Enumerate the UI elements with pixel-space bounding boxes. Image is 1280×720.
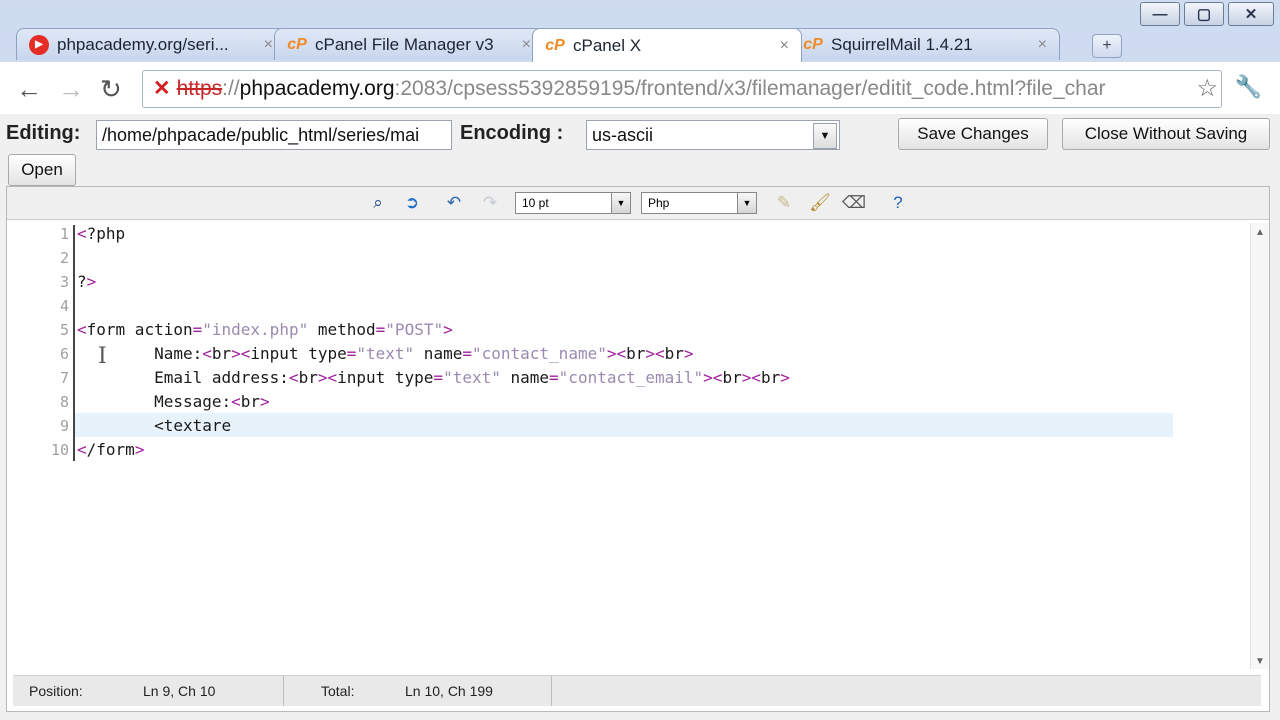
window-controls: — ▢ ✕ [1140,2,1274,26]
minimize-button[interactable]: — [1140,2,1180,26]
position-value: Ln 9, Ch 10 [143,683,216,699]
text-cursor-icon: I [98,344,107,369]
code-line-7: Email address:<br><input type="text" nam… [77,368,790,387]
tab-label: cPanel File Manager v3 [315,34,494,54]
vertical-scrollbar[interactable]: ▲ ▼ [1250,223,1269,669]
total-label: Total: [321,683,355,699]
youtube-icon: ▶ [29,34,49,55]
scroll-up-icon[interactable]: ▲ [1251,227,1269,238]
open-button[interactable]: Open [8,154,76,186]
tab-phpacademy[interactable]: ▶ phpacademy.org/seri... × [16,28,286,60]
editor-toolbar: ⌕ ➲ ↶ ↷ 10 pt ▼ Php ▼ ✎ 🖌 ⌫ ? [7,187,1269,220]
line-number: 10 [50,441,69,459]
chevron-down-icon: ▼ [611,193,630,213]
editing-path-field[interactable]: /home/phpacade/public_html/series/mai [96,120,452,150]
reload-button[interactable]: ↻ [100,74,122,105]
close-tab-icon[interactable]: × [264,36,273,54]
code-line-6: Name:<br><input type="text" name="contac… [77,344,694,363]
syntax-select[interactable]: Php ▼ [641,192,757,214]
code-line-9: <textare [77,416,232,435]
address-bar[interactable]: ✕ https://phpacademy.org:2083/cpsess53928… [142,70,1222,108]
url-scheme: https [176,77,223,100]
search-icon[interactable]: ⌕ [365,191,391,215]
syntax-value: Php [648,196,670,210]
cpanel-icon: cP [545,36,565,54]
gutter-divider [73,225,75,461]
insecure-lock-icon: ✕ [153,77,171,100]
cpanel-icon: cP [803,35,823,53]
code-line-8: Message:<br> [77,392,270,411]
highlight-icon[interactable]: 🖌 [807,191,833,215]
close-window-button[interactable]: ✕ [1228,2,1274,26]
line-number: 1 [59,225,69,243]
chevron-down-icon: ▼ [813,123,837,149]
close-tab-icon[interactable]: × [522,36,531,54]
tab-strip: ▶ phpacademy.org/seri... × cP cPanel Fil… [16,28,1060,62]
line-number: 6 [59,345,69,363]
line-number: 4 [59,297,69,315]
encoding-value: us-ascii [592,125,654,145]
line-number: 7 [59,369,69,387]
url-separator: :// [222,77,240,100]
code-line-3: ?> [77,272,97,291]
status-bar: Position: Ln 9, Ch 10 Total: Ln 10, Ch 1… [13,675,1261,706]
encoding-select[interactable]: us-ascii ▼ [586,120,840,150]
url-host: phpacademy.org [239,77,395,100]
total-value: Ln 10, Ch 199 [405,683,493,699]
eraser-icon[interactable]: ⌫ [841,191,867,215]
tab-cpanel-file-manager[interactable]: cP cPanel File Manager v3 × [274,28,544,60]
maximize-button[interactable]: ▢ [1184,2,1224,26]
help-icon[interactable]: ? [885,191,911,215]
tab-label: phpacademy.org/seri... [57,34,229,54]
scroll-down-icon[interactable]: ▼ [1251,656,1269,667]
tab-label: cPanel X [573,35,642,55]
bookmark-star-icon[interactable]: ☆ [1196,74,1218,103]
tab-cpanel-x[interactable]: cP cPanel X × [532,28,802,62]
cpanel-icon: cP [287,35,307,53]
save-changes-button[interactable]: Save Changes [898,118,1048,150]
back-button[interactable]: ← [16,74,42,105]
line-number: 5 [59,321,69,339]
line-number: 8 [59,393,69,411]
spellcheck-icon[interactable]: ✎ [771,191,797,215]
code-line-10: </form> [77,440,145,459]
tab-label: SquirrelMail 1.4.21 [831,34,973,54]
status-divider [283,676,284,706]
close-tab-icon[interactable]: × [780,37,789,55]
line-number: 3 [59,273,69,291]
url-path: :2083/cpsess5392859195/frontend/x3/filem… [394,77,1106,100]
tab-squirrelmail[interactable]: cP SquirrelMail 1.4.21 × [790,28,1060,60]
code-area[interactable]: 1 2 3 4 5 6 7 8 9 10 <?php ?> <form acti… [7,224,1247,665]
line-number: 2 [59,249,69,267]
editing-label: Editing: [6,122,81,144]
current-line-highlight [75,413,1173,437]
code-editor: ⌕ ➲ ↶ ↷ 10 pt ▼ Php ▼ ✎ 🖌 ⌫ ? 1 2 3 4 5 … [6,186,1270,712]
new-tab-button[interactable]: + [1092,34,1122,58]
undo-icon[interactable]: ↶ [441,191,467,215]
wrench-menu-icon[interactable]: 🔧 [1235,74,1262,100]
close-without-saving-button[interactable]: Close Without Saving [1062,118,1270,150]
chevron-down-icon: ▼ [737,193,756,213]
position-label: Position: [29,683,83,699]
forward-button[interactable]: → [58,74,84,105]
status-divider [551,676,552,706]
line-number: 9 [59,417,69,435]
go-to-line-icon[interactable]: ➲ [399,191,425,215]
code-line-5: <form action="index.php" method="POST"> [77,320,453,339]
font-size-select[interactable]: 10 pt ▼ [515,192,631,214]
close-tab-icon[interactable]: × [1038,36,1047,54]
code-line-1: <?php [77,224,126,243]
font-size-value: 10 pt [522,196,549,210]
encoding-label: Encoding : [460,122,564,144]
redo-icon[interactable]: ↷ [477,191,503,215]
